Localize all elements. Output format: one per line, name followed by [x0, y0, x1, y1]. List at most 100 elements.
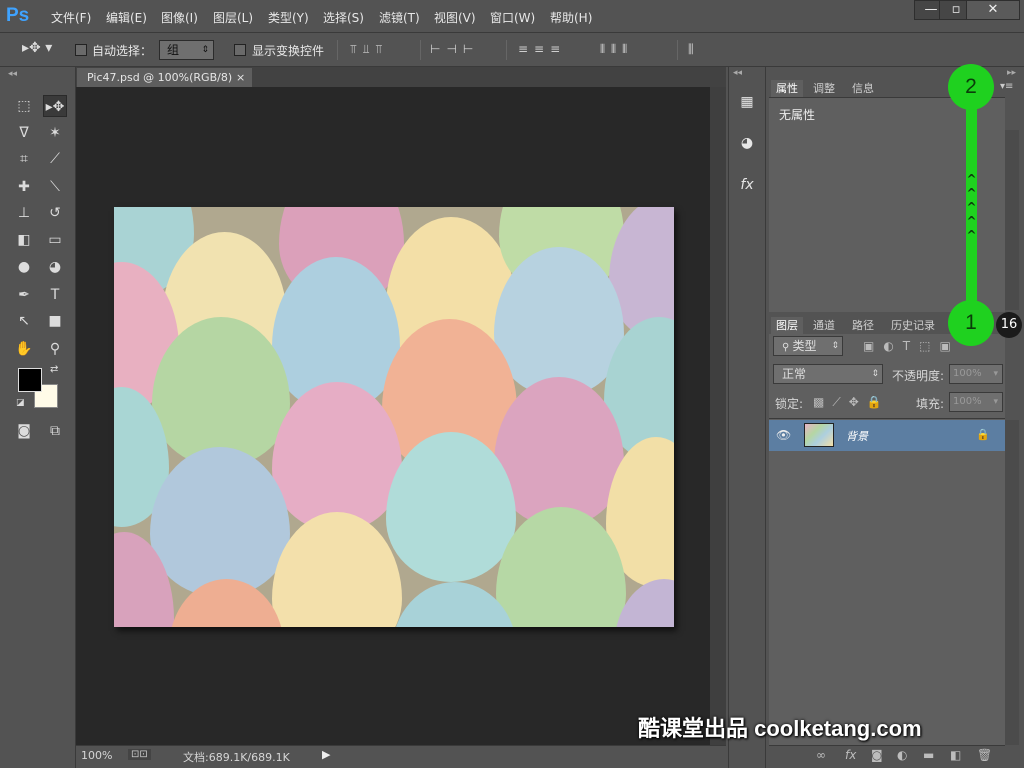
tab-properties[interactable]: 属性 [771, 80, 803, 97]
photoshop-logo: Ps [6, 5, 30, 26]
layer-thumbnail[interactable] [804, 423, 834, 447]
align-icons[interactable]: ⫪⫫⫪ [350, 42, 388, 57]
link-layers-icon[interactable]: ∞ [816, 748, 826, 762]
document-info: 文档:689.1K/689.1K [183, 751, 290, 764]
auto-select-value: 组 [167, 43, 180, 57]
delete-layer-icon[interactable]: 🗑 [977, 748, 992, 762]
type-tool-icon[interactable]: T [43, 284, 67, 306]
menu-select[interactable]: 选择(S) [323, 9, 364, 26]
menu-file[interactable]: 文件(F) [51, 9, 91, 26]
history-brush-icon[interactable]: ↺ [43, 202, 67, 224]
fill-input[interactable]: 100% ▾ [949, 392, 1003, 412]
brush-tool-icon[interactable]: ⟍ [43, 176, 67, 198]
collapse-icon[interactable]: ◂◂ [8, 69, 17, 79]
divider [420, 40, 421, 60]
divider [506, 40, 507, 60]
clone-stamp-icon[interactable]: ⊥ [12, 202, 36, 224]
quick-mask-icon[interactable]: ◙ [12, 420, 36, 442]
panel-menu-icon[interactable]: ▾≡ [1000, 81, 1013, 92]
properties-scrollbar[interactable] [1005, 130, 1019, 310]
move-tool-icon[interactable]: ▸✥ [43, 95, 67, 117]
menu-filter[interactable]: 滤镜(T) [379, 9, 420, 26]
new-group-icon[interactable]: ▬ [923, 748, 934, 762]
blur-tool-icon[interactable]: ● [12, 256, 36, 278]
add-mask-icon[interactable]: ◙ [871, 748, 883, 762]
new-layer-icon[interactable]: ◧ [950, 748, 961, 762]
step-marker-2: 2 [948, 64, 994, 110]
layer-filter-icons[interactable]: ▣◐T⬚▣ [863, 339, 960, 353]
lock-icons[interactable]: ▩⟋✥🔒 [813, 395, 890, 410]
crop-tool-icon[interactable]: ⌗ [12, 148, 36, 170]
status-menu-arrow-icon[interactable]: ▶ [322, 748, 330, 761]
visibility-eye-icon[interactable]: 👁 [776, 428, 791, 442]
chevron-up-icon: ^ [966, 228, 977, 242]
default-colors-icon[interactable]: ◪ [16, 398, 25, 408]
magic-wand-icon[interactable]: ✶ [43, 122, 67, 144]
chevron-up-icon: ^ [966, 200, 977, 214]
menu-edit[interactable]: 编辑(E) [106, 9, 147, 26]
blend-mode-value: 正常 [782, 367, 807, 381]
chevron-up-icon: ^ [966, 186, 977, 200]
divider [769, 418, 1005, 419]
distribute-vertical-icons[interactable]: ≡≡≡ [518, 42, 566, 56]
eyedropper-icon[interactable]: ⟋ [43, 148, 67, 170]
screen-mode-icon[interactable]: ⧉ [43, 420, 67, 442]
expand-dock-icon[interactable]: ◂◂ [733, 68, 742, 78]
fill-value: 100% [953, 396, 982, 407]
document-tab[interactable]: Pic47.psd @ 100%(RGB/8) [77, 68, 252, 87]
hand-tool-icon[interactable]: ✋ [12, 338, 36, 360]
tab-adjustments[interactable]: 调整 [808, 80, 840, 97]
move-tool-preset-icon[interactable]: ▸✥ ▾ [22, 40, 52, 56]
foreground-color-swatch-front[interactable] [18, 368, 42, 392]
distribute-horizontal-icons[interactable]: ⫴⫴⫴ [600, 42, 633, 57]
chevron-updown-icon: ⇕ [831, 341, 839, 351]
pen-tool-icon[interactable]: ✒ [12, 284, 36, 306]
layer-lock-icon: 🔒 [976, 428, 990, 441]
tab-history[interactable]: 历史记录 [886, 317, 940, 334]
adjustment-layer-icon[interactable]: ◐ [897, 748, 907, 762]
tab-info[interactable]: 信息 [847, 80, 879, 97]
layer-name[interactable]: 背景 [846, 428, 868, 444]
healing-brush-icon[interactable]: ✚ [12, 176, 36, 198]
collapse-panels-icon[interactable]: ▸▸ [1007, 68, 1016, 78]
opacity-input[interactable]: 100% ▾ [949, 364, 1003, 384]
layer-filter-dropdown[interactable]: ⚲ 类型 ⇕ [773, 336, 843, 356]
layers-scrollbar[interactable] [1005, 420, 1019, 745]
menu-image[interactable]: 图像(I) [161, 9, 198, 26]
vertical-scrollbar[interactable] [710, 87, 726, 745]
styles-fx-icon[interactable]: fx [736, 174, 758, 196]
tab-channels[interactable]: 通道 [808, 317, 840, 334]
close-tab-icon[interactable]: × [236, 68, 245, 87]
canvas-image-easter-eggs[interactable] [114, 207, 674, 627]
layer-style-fx-icon[interactable]: fx [845, 748, 856, 762]
menu-layer[interactable]: 图层(L) [213, 9, 253, 26]
auto-select-checkbox[interactable] [75, 44, 87, 56]
eraser-tool-icon[interactable]: ◧ [12, 229, 36, 251]
path-selection-icon[interactable]: ↖ [12, 310, 36, 332]
marquee-tool-icon[interactable]: ⬚ [12, 95, 36, 117]
fill-label: 填充: [916, 397, 945, 411]
align-horizontal-icons[interactable]: ⊢⊣⊢ [430, 42, 479, 56]
auto-select-dropdown[interactable]: 组 ⇕ [159, 40, 214, 60]
status-preview-icon[interactable]: ⊡⊡ [128, 749, 151, 760]
chevron-up-icon: ^ [966, 214, 977, 228]
menu-help[interactable]: 帮助(H) [550, 9, 592, 26]
shape-tool-icon[interactable]: ■ [43, 310, 67, 332]
auto-align-icon[interactable]: ⫼ [688, 42, 694, 57]
zoom-tool-icon[interactable]: ⚲ [43, 338, 67, 360]
dodge-tool-icon[interactable]: ◕ [43, 256, 67, 278]
swatches-grid-icon[interactable]: ▦ [736, 91, 758, 113]
palette-icon[interactable]: ◕ [736, 132, 758, 154]
menu-type[interactable]: 类型(Y) [268, 9, 309, 26]
zoom-level[interactable]: 100% [81, 749, 112, 762]
gradient-tool-icon[interactable]: ▭ [43, 229, 67, 251]
swap-colors-icon[interactable]: ⇄ [50, 364, 58, 375]
lasso-tool-icon[interactable]: ᐁ [12, 122, 36, 144]
close-window-button[interactable]: ✕ [966, 0, 1020, 20]
menu-view[interactable]: 视图(V) [434, 9, 476, 26]
tab-paths[interactable]: 路径 [847, 317, 879, 334]
menu-window[interactable]: 窗口(W) [490, 9, 535, 26]
blend-mode-dropdown[interactable]: 正常 ⇕ [773, 364, 883, 384]
show-transform-checkbox[interactable] [234, 44, 246, 56]
tab-layers[interactable]: 图层 [771, 317, 803, 334]
